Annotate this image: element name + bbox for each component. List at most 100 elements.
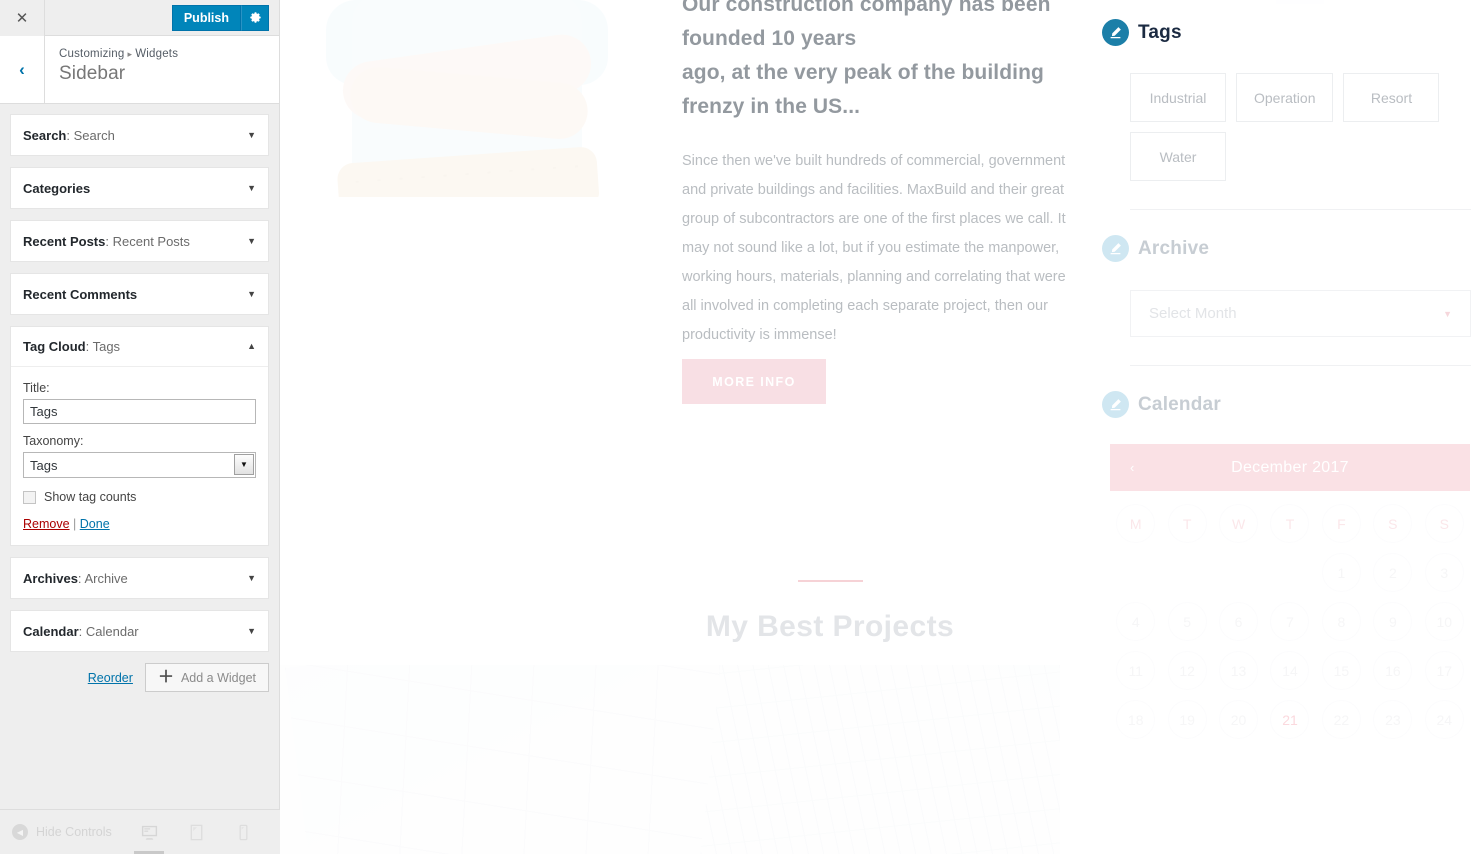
calendar-day: 14 <box>1264 646 1315 695</box>
hide-controls-label: Hide Controls <box>36 825 112 839</box>
widget-type-label: Recent Comments <box>23 286 138 302</box>
section-rule <box>797 580 863 582</box>
add-widget-button[interactable]: ＋ Add a Widget <box>144 663 269 692</box>
widget-instance-label: Calendar <box>85 623 139 639</box>
tag-cloud-list: Industrial Operation Resort Water <box>1102 73 1471 181</box>
calendar-day: 3 <box>1419 548 1470 597</box>
calendar-day: 12 <box>1161 646 1212 695</box>
mobile-icon[interactable] <box>232 821 254 843</box>
preview-widget-title: Tags <box>1138 21 1182 43</box>
widget-type-label: Search <box>23 127 67 143</box>
show-tag-counts-checkbox[interactable] <box>23 490 36 504</box>
calendar-day-today: 21 <box>1264 695 1315 744</box>
chevron-down-icon[interactable]: ▼ <box>234 454 254 475</box>
widget-item-categories: Categories ▼ <box>10 167 269 209</box>
preview-sidebar: Tags Industrial Operation Resort Water A… <box>1102 0 1471 854</box>
preview-widget-calendar: Calendar ‹ December 2017 M T W T F S S 1… <box>1102 366 1471 744</box>
tag-chip[interactable]: Water <box>1130 132 1226 181</box>
select-month-value: Select Month <box>1149 305 1237 322</box>
calendar-dow: T <box>1264 499 1315 548</box>
preview-widget-tags: Tags Industrial Operation Resort Water <box>1102 0 1471 181</box>
widget-header[interactable]: Categories ▼ <box>11 168 268 208</box>
plus-icon: ＋ <box>157 668 174 686</box>
calendar-dow: S <box>1419 499 1470 548</box>
customizer-footer: ◀ Hide Controls <box>0 809 280 854</box>
site-preview-frame[interactable]: Our construction company has been founde… <box>280 0 1471 854</box>
hero-heading: Our construction company has been founde… <box>682 0 1072 124</box>
widget-header[interactable]: Search: Search ▼ <box>11 115 268 155</box>
widget-type-label: Archives <box>23 570 78 586</box>
calendar-month-label: December 2017 <box>1231 458 1349 476</box>
tag-chip[interactable]: Industrial <box>1130 73 1226 122</box>
publish-button-group: Publish <box>171 4 269 31</box>
customizer-header: ✕ Publish <box>0 0 279 36</box>
close-customizer-button[interactable]: ✕ <box>0 0 45 36</box>
widget-header[interactable]: Archives: Archive ▼ <box>11 558 268 598</box>
calendar-day: 23 <box>1367 695 1418 744</box>
chevron-down-icon[interactable]: ▼ <box>247 183 256 193</box>
calendar-day: 13 <box>1213 646 1264 695</box>
widget-item-archives: Archives: Archive ▼ <box>10 557 269 599</box>
add-widget-label: Add a Widget <box>180 670 256 685</box>
calendar-day: 16 <box>1367 646 1418 695</box>
done-link[interactable]: Done <box>80 517 110 531</box>
hero-worker-photo <box>280 0 655 197</box>
calendar-day: 10 <box>1419 597 1470 646</box>
widget-actions: Remove | Done <box>23 517 256 531</box>
widget-item-recent-comments: Recent Comments ▼ <box>10 273 269 315</box>
reorder-link[interactable]: Reorder <box>88 671 133 685</box>
back-button[interactable]: ‹ <box>0 36 45 103</box>
gear-icon[interactable] <box>241 4 269 31</box>
select-month-dropdown[interactable]: Select Month ▼ <box>1130 290 1471 337</box>
chevron-down-icon[interactable]: ▼ <box>247 236 256 246</box>
calendar-header: ‹ December 2017 <box>1110 444 1470 491</box>
breadcrumb-separator-icon: ▸ <box>127 49 133 59</box>
hero-heading-line: frenzy in the US... <box>682 95 861 119</box>
chevron-down-icon[interactable]: ▼ <box>247 626 256 636</box>
widget-item-recent-posts: Recent Posts: Recent Posts ▼ <box>10 220 269 262</box>
hero-heading-line: ago, at the very peak of the building <box>682 61 1044 85</box>
widget-header[interactable]: Recent Posts: Recent Posts ▼ <box>11 221 268 261</box>
chevron-up-icon[interactable]: ▲ <box>247 342 256 351</box>
widget-item-tag-cloud: Tag Cloud: Tags ▲ Title: Taxonomy: Tags … <box>10 326 269 546</box>
tag-chip[interactable]: Operation <box>1236 73 1334 122</box>
breadcrumb-root[interactable]: Customizing <box>59 48 124 60</box>
calendar-day <box>1213 548 1264 597</box>
widget-header[interactable]: Calendar: Calendar ▼ <box>11 611 268 651</box>
edit-pencil-icon[interactable] <box>1102 391 1129 418</box>
publish-button[interactable]: Publish <box>171 4 241 31</box>
hero-heading-line: Our construction company has been <box>682 0 1051 16</box>
title-input[interactable] <box>23 399 256 424</box>
calendar-day: 19 <box>1161 695 1212 744</box>
widget-instance-label: Archive <box>84 570 128 586</box>
edit-pencil-icon[interactable] <box>1102 19 1129 46</box>
hero-heading-line: founded 10 years <box>682 27 857 51</box>
hide-controls-button[interactable]: ◀ Hide Controls <box>12 824 112 840</box>
customizer-screen: Our construction company has been founde… <box>0 0 1471 854</box>
hero-paragraph: Since then we've built hundreds of comme… <box>682 153 1066 344</box>
more-info-button[interactable]: MORE INFO <box>682 359 826 404</box>
title-field-label: Title: <box>23 381 50 395</box>
action-separator: | <box>73 517 77 531</box>
calendar-day: 15 <box>1316 646 1367 695</box>
calendar-widget: ‹ December 2017 M T W T F S S 1 2 3 4 5 … <box>1110 444 1470 744</box>
tablet-icon[interactable] <box>185 821 207 843</box>
chevron-down-icon[interactable]: ▼ <box>247 289 256 299</box>
calendar-day: 24 <box>1419 695 1470 744</box>
calendar-dow: F <box>1316 499 1367 548</box>
widget-header[interactable]: Tag Cloud: Tags ▲ <box>11 327 268 367</box>
customizer-breadcrumb-bar: ‹ Customizing ▸ Widgets Sidebar <box>0 36 279 104</box>
breadcrumb-current[interactable]: Widgets <box>135 48 178 60</box>
desktop-icon[interactable] <box>134 821 164 854</box>
edit-pencil-icon[interactable] <box>1102 235 1129 262</box>
tag-chip[interactable]: Resort <box>1343 73 1440 122</box>
device-preview-switcher <box>134 821 268 854</box>
chevron-down-icon[interactable]: ▼ <box>247 573 256 583</box>
taxonomy-select[interactable]: Tags <box>23 452 256 478</box>
remove-widget-link[interactable]: Remove <box>23 517 70 531</box>
calendar-prev-icon[interactable]: ‹ <box>1130 460 1135 475</box>
chevron-down-icon[interactable]: ▼ <box>247 130 256 140</box>
calendar-day: 9 <box>1367 597 1418 646</box>
preview-widget-title: Archive <box>1138 237 1210 259</box>
widget-header[interactable]: Recent Comments ▼ <box>11 274 268 314</box>
